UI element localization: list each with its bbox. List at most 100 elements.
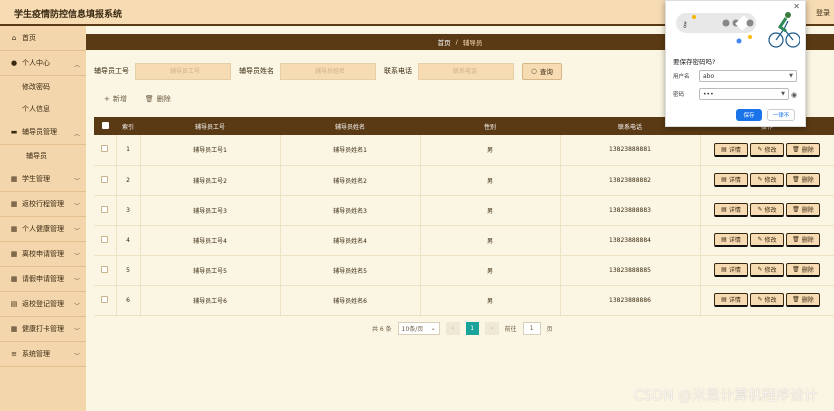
trash-icon: 🗑 (792, 145, 800, 153)
edit-button[interactable]: ✎ 修改 (750, 142, 784, 157)
sidebar-item-leave-request-mgmt[interactable]: ▦ 请假申请管理 ﹀ (0, 267, 86, 292)
delete-button[interactable]: 🗑 删除 (786, 142, 820, 157)
detail-button[interactable]: ▤ 详情 (714, 203, 748, 217)
sidebar-item-health-mgmt[interactable]: ▦ 个人健康管理 ﹀ (0, 217, 86, 242)
sidebar-subitem-personal-info[interactable]: 个人信息 (0, 98, 86, 120)
password-row: 密码 ••• ▼ (673, 88, 789, 100)
sidebar-item-return-trip-mgmt[interactable]: ▦ 返校行程管理 ﹀ (0, 192, 86, 217)
page-number-current[interactable]: 1 (465, 322, 479, 335)
detail-label: 详情 (728, 237, 741, 244)
cell-id: 辅导员工号3 (140, 195, 281, 225)
sidebar-item-personal-center[interactable]: ● 个人中心 ︿ (0, 51, 86, 76)
cell-gender: 男 (420, 255, 561, 285)
edit-icon: ✎ (757, 206, 763, 213)
sidebar-item-system-mgmt[interactable]: ≡ 系统管理 ﹀ (0, 342, 86, 367)
chevron-down-icon: ⌄ (430, 325, 436, 332)
cell-name: 辅导员姓名1 (280, 135, 421, 165)
phone-input[interactable] (418, 62, 514, 80)
edit-button[interactable]: ✎ 修改 (750, 173, 784, 187)
add-button-label: 新增 (112, 95, 127, 103)
cell-id: 辅导员工号2 (140, 165, 281, 195)
eye-icon[interactable]: ◉ (791, 91, 797, 99)
logout-link[interactable]: 登录 (816, 8, 830, 18)
menu-icon: ≡ (11, 350, 17, 358)
delete-label: 删除 (801, 297, 814, 304)
cell-id: 辅导员工号6 (140, 285, 281, 315)
sidebar-item-student-mgmt[interactable]: ▦ 学生管理 ﹀ (0, 167, 86, 192)
row-checkbox[interactable] (94, 195, 117, 225)
breadcrumb-home[interactable]: 首页 (438, 37, 451, 47)
delete-button[interactable]: 🗑 删除 (786, 173, 820, 187)
edit-button[interactable]: ✎ 修改 (750, 263, 784, 277)
document-icon: ▤ (721, 296, 727, 303)
delete-label: 删除 (801, 267, 814, 274)
counselor-id-input[interactable] (135, 62, 231, 80)
add-button[interactable]: + 新增 (104, 94, 127, 104)
password-label: 密码 (673, 92, 685, 98)
password-value: ••• (703, 90, 714, 98)
edit-label: 修改 (764, 177, 777, 184)
col-header-index: 索引 (121, 123, 134, 131)
detail-button[interactable]: ▤ 详情 (714, 233, 748, 247)
bulk-delete-button[interactable]: 🗑 删除 (145, 94, 171, 104)
sidebar-item-health-checkin-mgmt[interactable]: ▦ 健康打卡管理 ﹀ (0, 317, 86, 342)
table-row: 4 辅导员工号4 辅导员姓名4 男 13823888884 ▤ 详情 ✎ 修改 🗑 删除 (94, 225, 834, 255)
edit-icon: ✎ (757, 145, 763, 153)
never-save-button[interactable]: 一律不 (767, 109, 795, 121)
document-icon: ▤ (721, 145, 727, 153)
edit-button[interactable]: ✎ 修改 (750, 293, 784, 307)
delete-button[interactable]: 🗑 删除 (786, 263, 820, 277)
cell-phone: 13823888883 (560, 195, 701, 225)
edit-icon: ✎ (757, 296, 763, 303)
sidebar-item-leave-school-mgmt[interactable]: ▦ 离校申请管理 ﹀ (0, 242, 86, 267)
search-button[interactable]: ○ 查询 (522, 62, 562, 80)
cell-index: 1 (116, 135, 141, 165)
col-header-id: 辅导员工号 (194, 123, 225, 131)
edit-button[interactable]: ✎ 修改 (750, 233, 784, 247)
data-table: 索引 辅导员工号 辅导员姓名 性别 联系电话 操作 1 辅导员工号1 辅导员姓名1 男… (94, 117, 834, 316)
sidebar-item-home[interactable]: ⌂ 首页 (0, 26, 86, 51)
next-page-button[interactable]: › (484, 322, 499, 335)
prev-page-button[interactable]: ‹ (445, 322, 460, 335)
cell-id: 辅导员工号1 (140, 135, 281, 165)
delete-button[interactable]: 🗑 删除 (786, 203, 820, 217)
save-password-button[interactable]: 保存 (736, 109, 762, 121)
select-all-checkbox[interactable] (94, 117, 116, 135)
delete-button[interactable]: 🗑 删除 (786, 293, 820, 307)
document-icon: ▤ (10, 300, 18, 308)
cell-gender: 男 (420, 225, 561, 255)
row-checkbox[interactable] (94, 135, 117, 165)
detail-button[interactable]: ▤ 详情 (714, 173, 748, 187)
counselor-name-input[interactable] (280, 62, 376, 80)
document-icon: ▤ (721, 236, 727, 243)
cell-operations: ▤ 详情 ✎ 修改 🗑 删除 (700, 225, 834, 255)
row-checkbox[interactable] (94, 165, 117, 195)
edit-icon: ✎ (757, 236, 763, 243)
password-field[interactable]: ••• ▼ (699, 88, 789, 100)
goto-page-input[interactable]: 1 (522, 322, 541, 335)
detail-button[interactable]: ▤ 详情 (714, 142, 748, 157)
page-size-select[interactable]: 10条/页 ⌄ (397, 322, 440, 335)
chevron-down-icon: ﹀ (73, 278, 80, 285)
detail-button[interactable]: ▤ 详情 (714, 263, 748, 277)
sidebar-subitem-change-password[interactable]: 修改密码 (0, 76, 86, 98)
col-header-name: 辅导员姓名 (334, 123, 365, 131)
edit-label: 修改 (764, 297, 777, 304)
sidebar-item-return-registration-mgmt[interactable]: ▤ 返校登记管理 ﹀ (0, 292, 86, 317)
username-field[interactable]: abo ▼ (699, 70, 797, 82)
cell-name: 辅导员姓名4 (280, 225, 421, 255)
detail-button[interactable]: ▤ 详情 (714, 293, 748, 307)
chevron-down-icon: ﹀ (73, 228, 80, 235)
edit-button[interactable]: ✎ 修改 (750, 203, 784, 217)
cell-id: 辅导员工号4 (140, 225, 281, 255)
row-checkbox[interactable] (94, 255, 117, 285)
sidebar-subitem-counselor[interactable]: 辅导员 (0, 145, 86, 167)
row-checkbox[interactable] (94, 285, 117, 315)
delete-label: 删除 (801, 237, 814, 244)
sidebar-item-counselor-mgmt[interactable]: ▬ 辅导员管理 ︿ (0, 120, 86, 145)
chevron-up-icon: ︿ (73, 62, 80, 69)
search-icon: ○ (531, 67, 537, 75)
delete-button[interactable]: 🗑 删除 (786, 233, 820, 247)
row-checkbox[interactable] (94, 225, 117, 255)
action-toolbar: + 新增 🗑 删除 (104, 94, 171, 104)
